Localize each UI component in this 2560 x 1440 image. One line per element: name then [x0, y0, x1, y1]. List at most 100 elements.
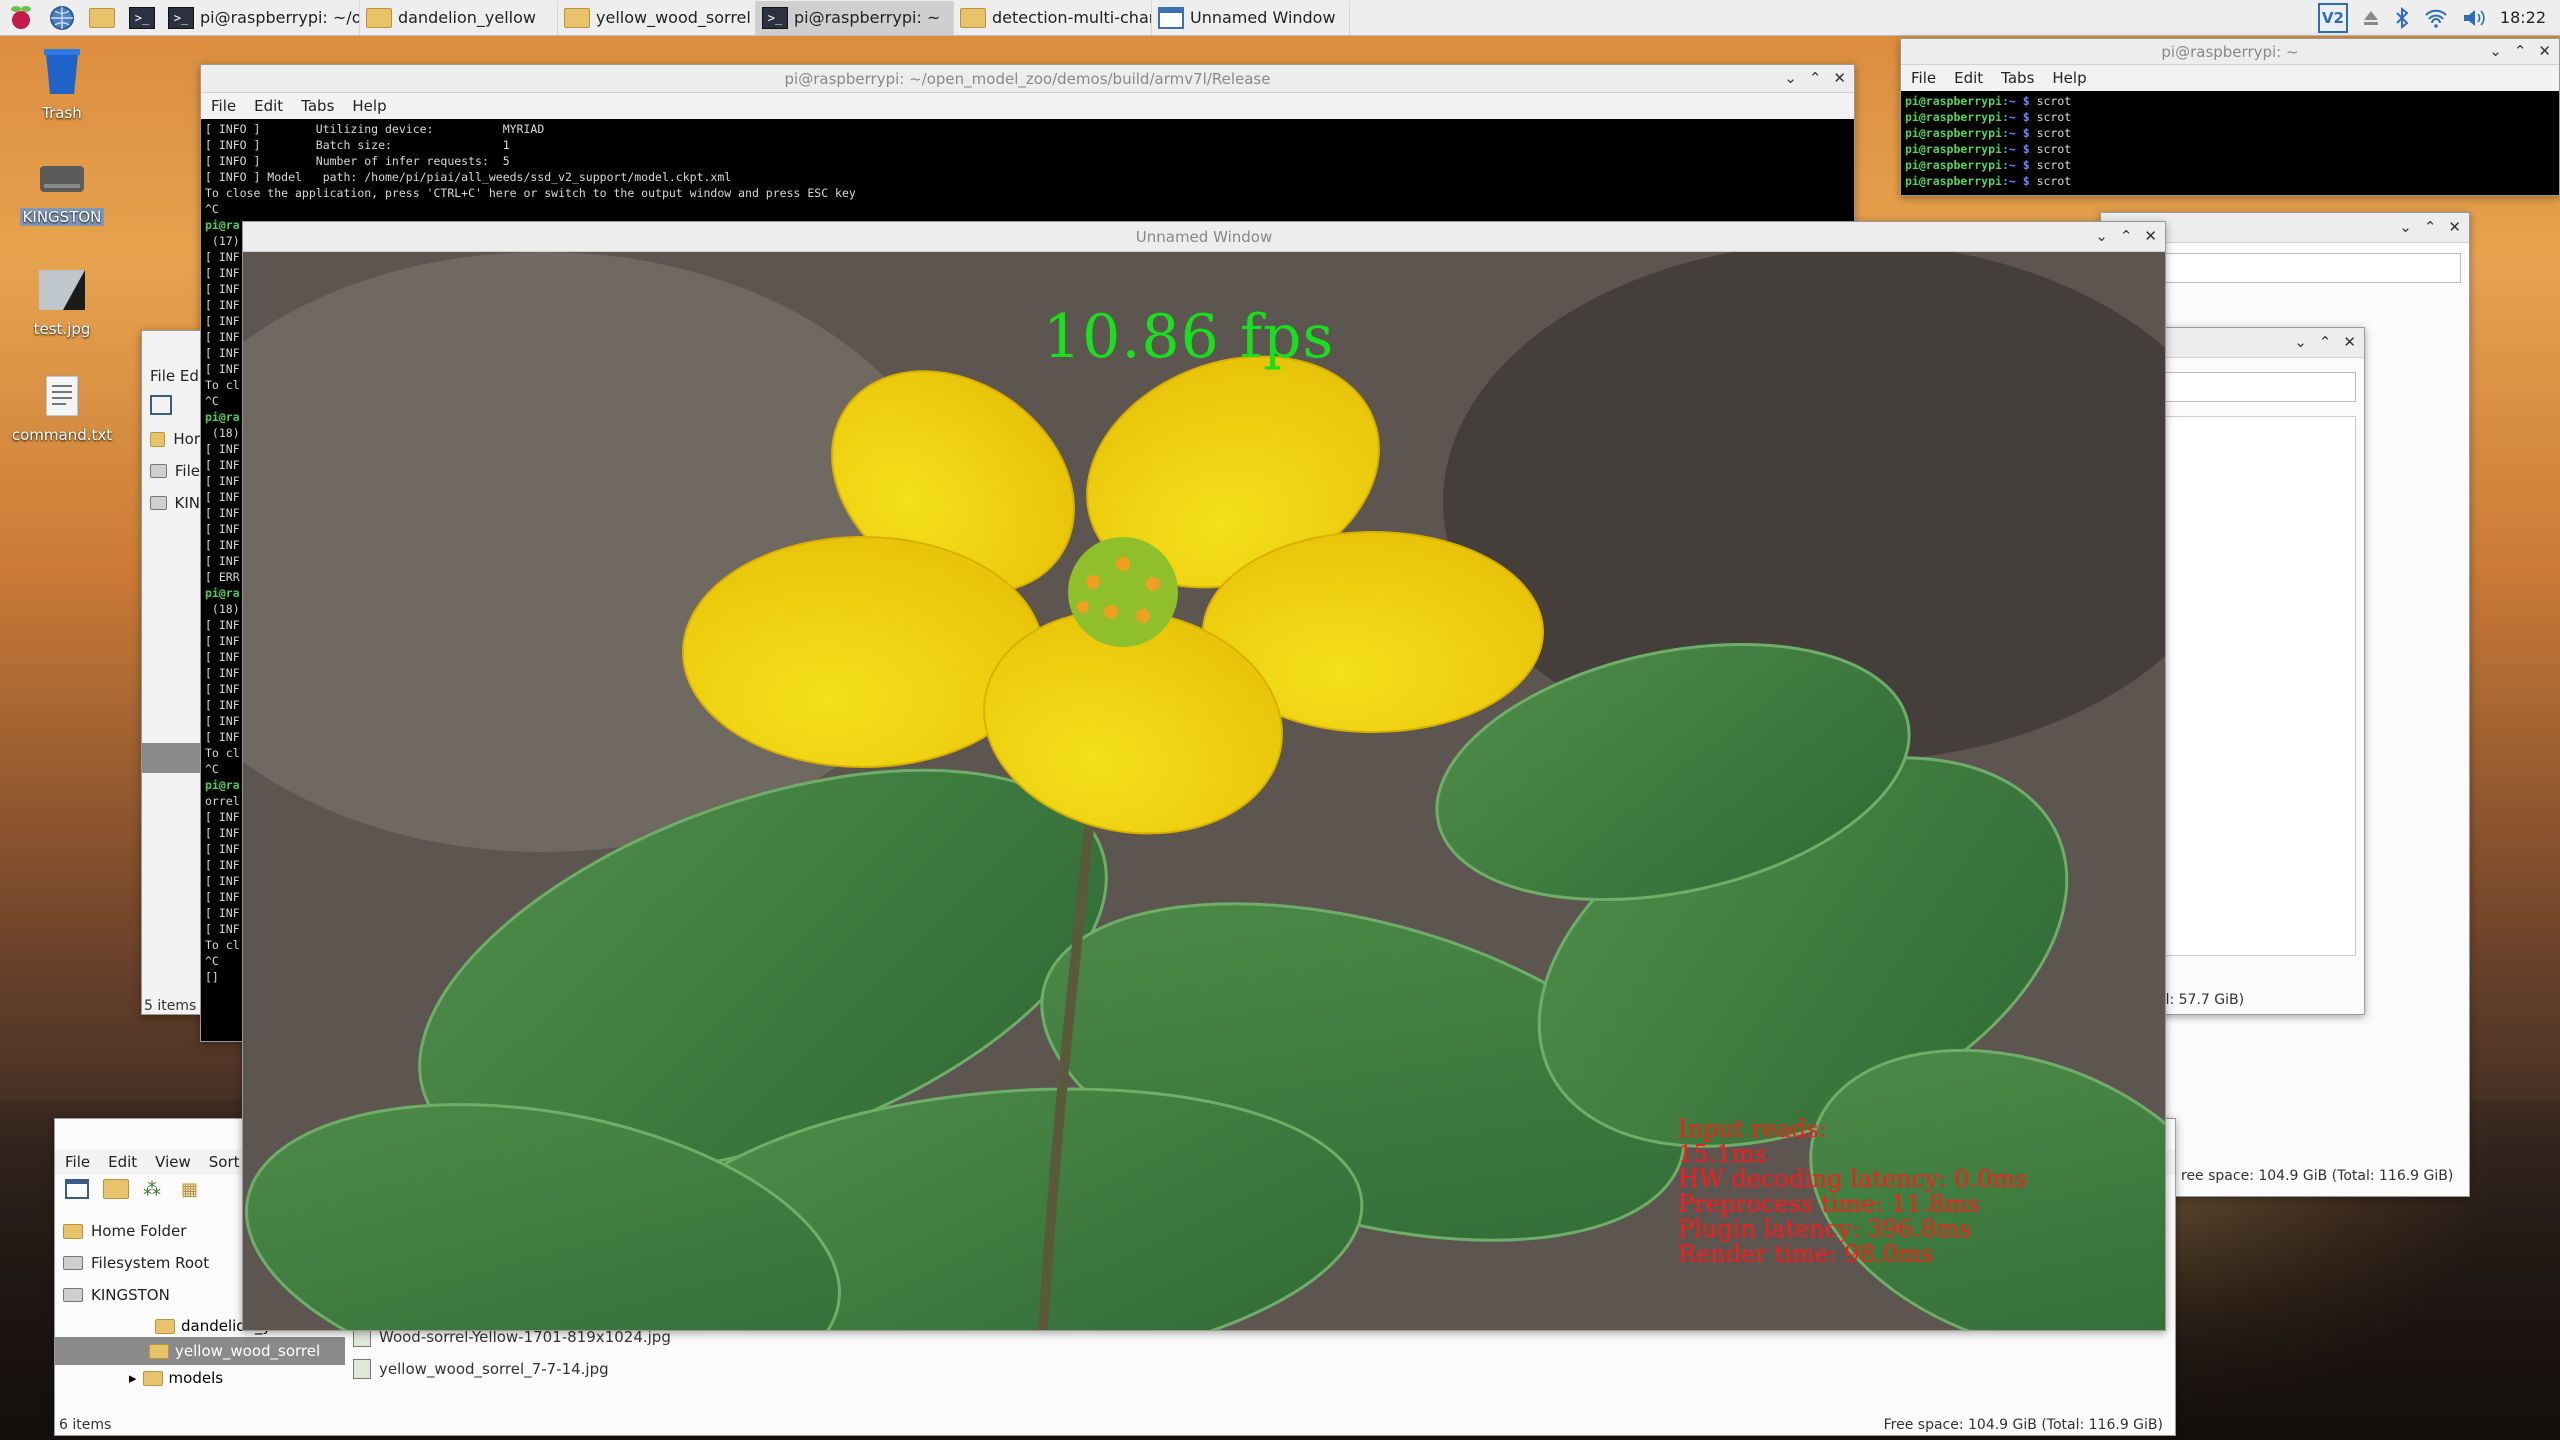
taskbar-item[interactable]: Unnamed Window [1152, 0, 1350, 35]
window-titlebar: Unnamed Window ⌄ ⌃ ✕ [243, 222, 2165, 252]
video-frame: 10.86 fps Input reads: 15.1ms HW decodin… [243, 252, 2165, 1330]
browser-launcher-button[interactable] [42, 1, 82, 35]
window-controls: ⌄ ⌃ ✕ [1784, 69, 1846, 87]
sidebar-item-filesystem[interactable]: File [142, 455, 200, 487]
window-icon [1158, 6, 1184, 29]
raspberry-icon [11, 5, 31, 29]
maximize-icon[interactable]: ⌃ [2319, 333, 2332, 351]
status-bar: al: 57.7 GiB) [2157, 992, 2245, 1008]
taskbar-item[interactable]: >_ pi@raspberrypi: ~/op... [162, 0, 360, 35]
wifi-icon[interactable] [2424, 8, 2448, 28]
menu-edit[interactable]: Edit [254, 97, 283, 115]
sidebar-toggle-icon[interactable] [150, 395, 172, 415]
desktop-icon-kingston[interactable]: KINGSTON [7, 160, 117, 226]
vnc-icon[interactable]: V2 [2317, 2, 2348, 33]
menu-view[interactable]: View [155, 1153, 191, 1171]
drive-icon [40, 166, 84, 192]
taskbar-item[interactable]: yellow_wood_sorrel [558, 0, 756, 35]
status-bar-left: 6 items [59, 1417, 112, 1433]
close-icon[interactable]: ✕ [2144, 227, 2157, 245]
minimize-icon[interactable]: ⌄ [1784, 69, 1797, 87]
file-manager-launcher-button[interactable] [82, 1, 122, 35]
volume-icon[interactable] [2462, 8, 2486, 28]
folder-icon [89, 7, 115, 28]
sidebar-toggle-icon[interactable] [65, 1179, 89, 1199]
taskbar-item-label: Unnamed Window [1190, 8, 1336, 27]
file-item[interactable]: yellow_wood_sorrel_7-7-14.jpg [353, 1353, 671, 1385]
menu-fragment[interactable]: File Ed [150, 367, 199, 385]
menu-sort[interactable]: Sort [209, 1153, 240, 1171]
menu-bar: File Edit Tabs Help [201, 93, 1854, 119]
new-folder-icon[interactable] [103, 1179, 129, 1199]
path-bar[interactable] [2159, 372, 2356, 402]
folder-icon [960, 7, 986, 28]
menu-file[interactable]: File [1911, 69, 1936, 87]
desktop-icon-test-jpg[interactable]: test.jpg [7, 268, 117, 338]
sidebar-item-home[interactable]: Hor [142, 423, 200, 455]
taskbar-item-label: pi@raspberrypi: ~/op... [200, 8, 360, 27]
minimize-icon[interactable]: ⌄ [2489, 42, 2502, 60]
close-icon[interactable]: ✕ [1833, 69, 1846, 87]
terminal-line: [ INFO ] Utilizing device: MYRIAD [205, 122, 545, 136]
folder-icon [149, 1343, 169, 1359]
tree-view-icon[interactable]: ⁂ [143, 1179, 167, 1201]
menu-tabs[interactable]: Tabs [301, 97, 334, 115]
raspberry-menu-button[interactable] [0, 1, 42, 35]
image-file-icon [39, 270, 85, 310]
minimize-icon[interactable]: ⌄ [2095, 227, 2108, 245]
terminal-icon: >_ [762, 6, 788, 29]
drive-icon [150, 464, 167, 478]
menu-edit[interactable]: Edit [108, 1153, 137, 1171]
terminal-output[interactable]: pi@raspberrypi:~ $ scrot pi@raspberrypi:~… [1901, 91, 2559, 195]
desktop-icon-trash[interactable]: Trash [7, 46, 117, 122]
file-view[interactable] [2159, 416, 2356, 956]
menu-help[interactable]: Help [2052, 69, 2086, 87]
clock[interactable]: 18:22 [2500, 8, 2546, 27]
selected-tree-item[interactable] [142, 743, 200, 773]
menu-file[interactable]: File [65, 1153, 90, 1171]
globe-icon [50, 5, 74, 30]
sidebar-item-kingston[interactable]: KIN [142, 487, 200, 519]
menu-help[interactable]: Help [352, 97, 386, 115]
tree-item-selected[interactable]: yellow_wood_sorrel [55, 1337, 345, 1365]
taskbar-item-label: detection-multi-chan... [992, 8, 1151, 27]
close-icon[interactable]: ✕ [2538, 42, 2551, 60]
menu-file[interactable]: File [211, 97, 236, 115]
close-icon[interactable]: ✕ [2448, 218, 2461, 236]
maximize-icon[interactable]: ⌃ [1809, 69, 1822, 87]
terminal-line: [ INFO ] Batch size: 1 [205, 138, 510, 152]
drive-icon [63, 1256, 83, 1270]
terminal-window-right: pi@raspberrypi: ~ ⌄ ⌃ ✕ File Edit Tabs H… [1900, 38, 2560, 196]
terminal-launcher-button[interactable]: >_ [122, 1, 162, 35]
expander-icon[interactable]: ▸ [129, 1369, 137, 1387]
desktop-icon-label: command.txt [11, 426, 113, 444]
terminal-line: pi@raspberrypi:~ $ scrot [1905, 94, 2072, 108]
tree-item[interactable]: ▸ models [55, 1365, 345, 1391]
maximize-icon[interactable]: ⌃ [2424, 218, 2437, 236]
image-file-icon [353, 1359, 371, 1379]
stat-line: Plugin latency: 396.8ms [1678, 1215, 1972, 1243]
close-icon[interactable]: ✕ [2343, 333, 2356, 351]
menu-edit[interactable]: Edit [1954, 69, 1983, 87]
minimize-icon[interactable]: ⌄ [2294, 333, 2307, 351]
bluetooth-icon[interactable] [2394, 6, 2410, 29]
taskbar-item[interactable]: dandelion_yellow [360, 0, 558, 35]
terminal-line: ^C [205, 202, 219, 216]
file-manager-window-middle: ⌄ ⌃ ✕ al: 57.7 GiB) [2150, 327, 2365, 1015]
maximize-icon[interactable]: ⌃ [2514, 42, 2527, 60]
taskbar-item[interactable]: >_ pi@raspberrypi: ~ [756, 0, 954, 35]
terminal-line: pi@raspberrypi:~ $ scrot [1905, 174, 2072, 188]
eject-icon[interactable] [2362, 9, 2380, 27]
grid-view-icon[interactable]: ▦ [181, 1179, 205, 1201]
window-controls: ⌄ ⌃ ✕ [2294, 333, 2356, 351]
status-bar: 5 items [144, 998, 197, 1014]
minimize-icon[interactable]: ⌄ [2399, 218, 2412, 236]
stat-line: Preprocess time: 11.8ms [1678, 1190, 1980, 1218]
desktop-icon-command-txt[interactable]: command.txt [7, 374, 117, 444]
taskbar-item[interactable]: detection-multi-chan... [954, 0, 1152, 35]
terminal-line: pi@raspberrypi:~ $ scrot [1905, 158, 2072, 172]
window-controls: ⌄ ⌃ ✕ [2489, 42, 2551, 60]
maximize-icon[interactable]: ⌃ [2120, 227, 2133, 245]
stat-line: HW decoding latency: 0.0ms [1678, 1165, 2028, 1193]
menu-tabs[interactable]: Tabs [2001, 69, 2034, 87]
